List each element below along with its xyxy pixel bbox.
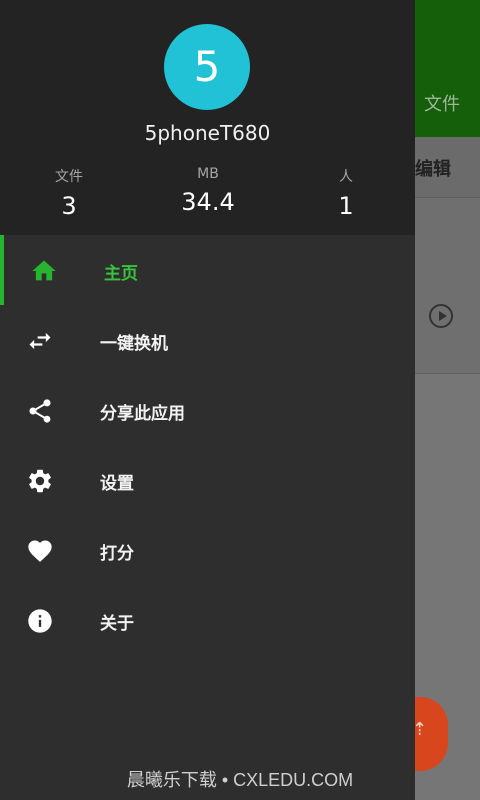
gear-icon bbox=[26, 467, 54, 495]
stat-label: 人 bbox=[339, 169, 353, 185]
stat-value: 34.4 bbox=[181, 188, 235, 216]
background-edit-text: 编辑 bbox=[415, 159, 451, 180]
watermark: 晨曦乐下载 • CXLEDU.COM bbox=[126, 770, 354, 790]
menu-item-label: 分享此应用 bbox=[100, 404, 185, 424]
swap-icon bbox=[26, 327, 54, 355]
stat-files: 文件 3 bbox=[40, 166, 98, 220]
drawer-header: 5 5phoneT680 文件 3 MB 34.4 人 1 bbox=[0, 0, 415, 235]
menu-item-label: 设置 bbox=[100, 474, 134, 494]
menu-item-share[interactable]: 分享此应用 bbox=[0, 375, 415, 445]
stat-size: MB 34.4 bbox=[168, 166, 248, 216]
stat-value: 1 bbox=[338, 192, 354, 220]
heart-icon bbox=[26, 537, 54, 565]
menu-item-about[interactable]: 关于 bbox=[0, 585, 415, 655]
stat-label: 文件 bbox=[55, 169, 83, 185]
menu-item-label: 关于 bbox=[100, 614, 134, 634]
menu-item-settings[interactable]: 设置 bbox=[0, 445, 415, 515]
menu-item-label: 一键换机 bbox=[100, 334, 168, 354]
username: 5phoneT680 bbox=[144, 121, 271, 145]
stat-value: 3 bbox=[61, 192, 77, 220]
stat-people: 人 1 bbox=[318, 166, 374, 220]
menu-item-label: 主页 bbox=[104, 264, 138, 284]
background-header-text: 文件 bbox=[424, 94, 460, 115]
stat-label: MB bbox=[197, 166, 219, 182]
menu-item-rate[interactable]: 打分 bbox=[0, 515, 415, 585]
share-icon bbox=[26, 397, 54, 425]
avatar[interactable]: 5 bbox=[164, 24, 250, 110]
info-icon bbox=[26, 607, 54, 635]
menu-item-switch-phone[interactable]: 一键换机 bbox=[0, 305, 415, 375]
menu-item-label: 打分 bbox=[100, 544, 134, 564]
menu-item-home[interactable]: 主页 bbox=[0, 235, 415, 305]
navigation-drawer: 5 5phoneT680 文件 3 MB 34.4 人 1 主页 一键换机 分享… bbox=[0, 0, 415, 800]
drawer-menu: 主页 一键换机 分享此应用 设置 打分 关于 bbox=[0, 235, 415, 655]
play-icon[interactable] bbox=[429, 304, 453, 328]
home-icon bbox=[30, 257, 58, 285]
